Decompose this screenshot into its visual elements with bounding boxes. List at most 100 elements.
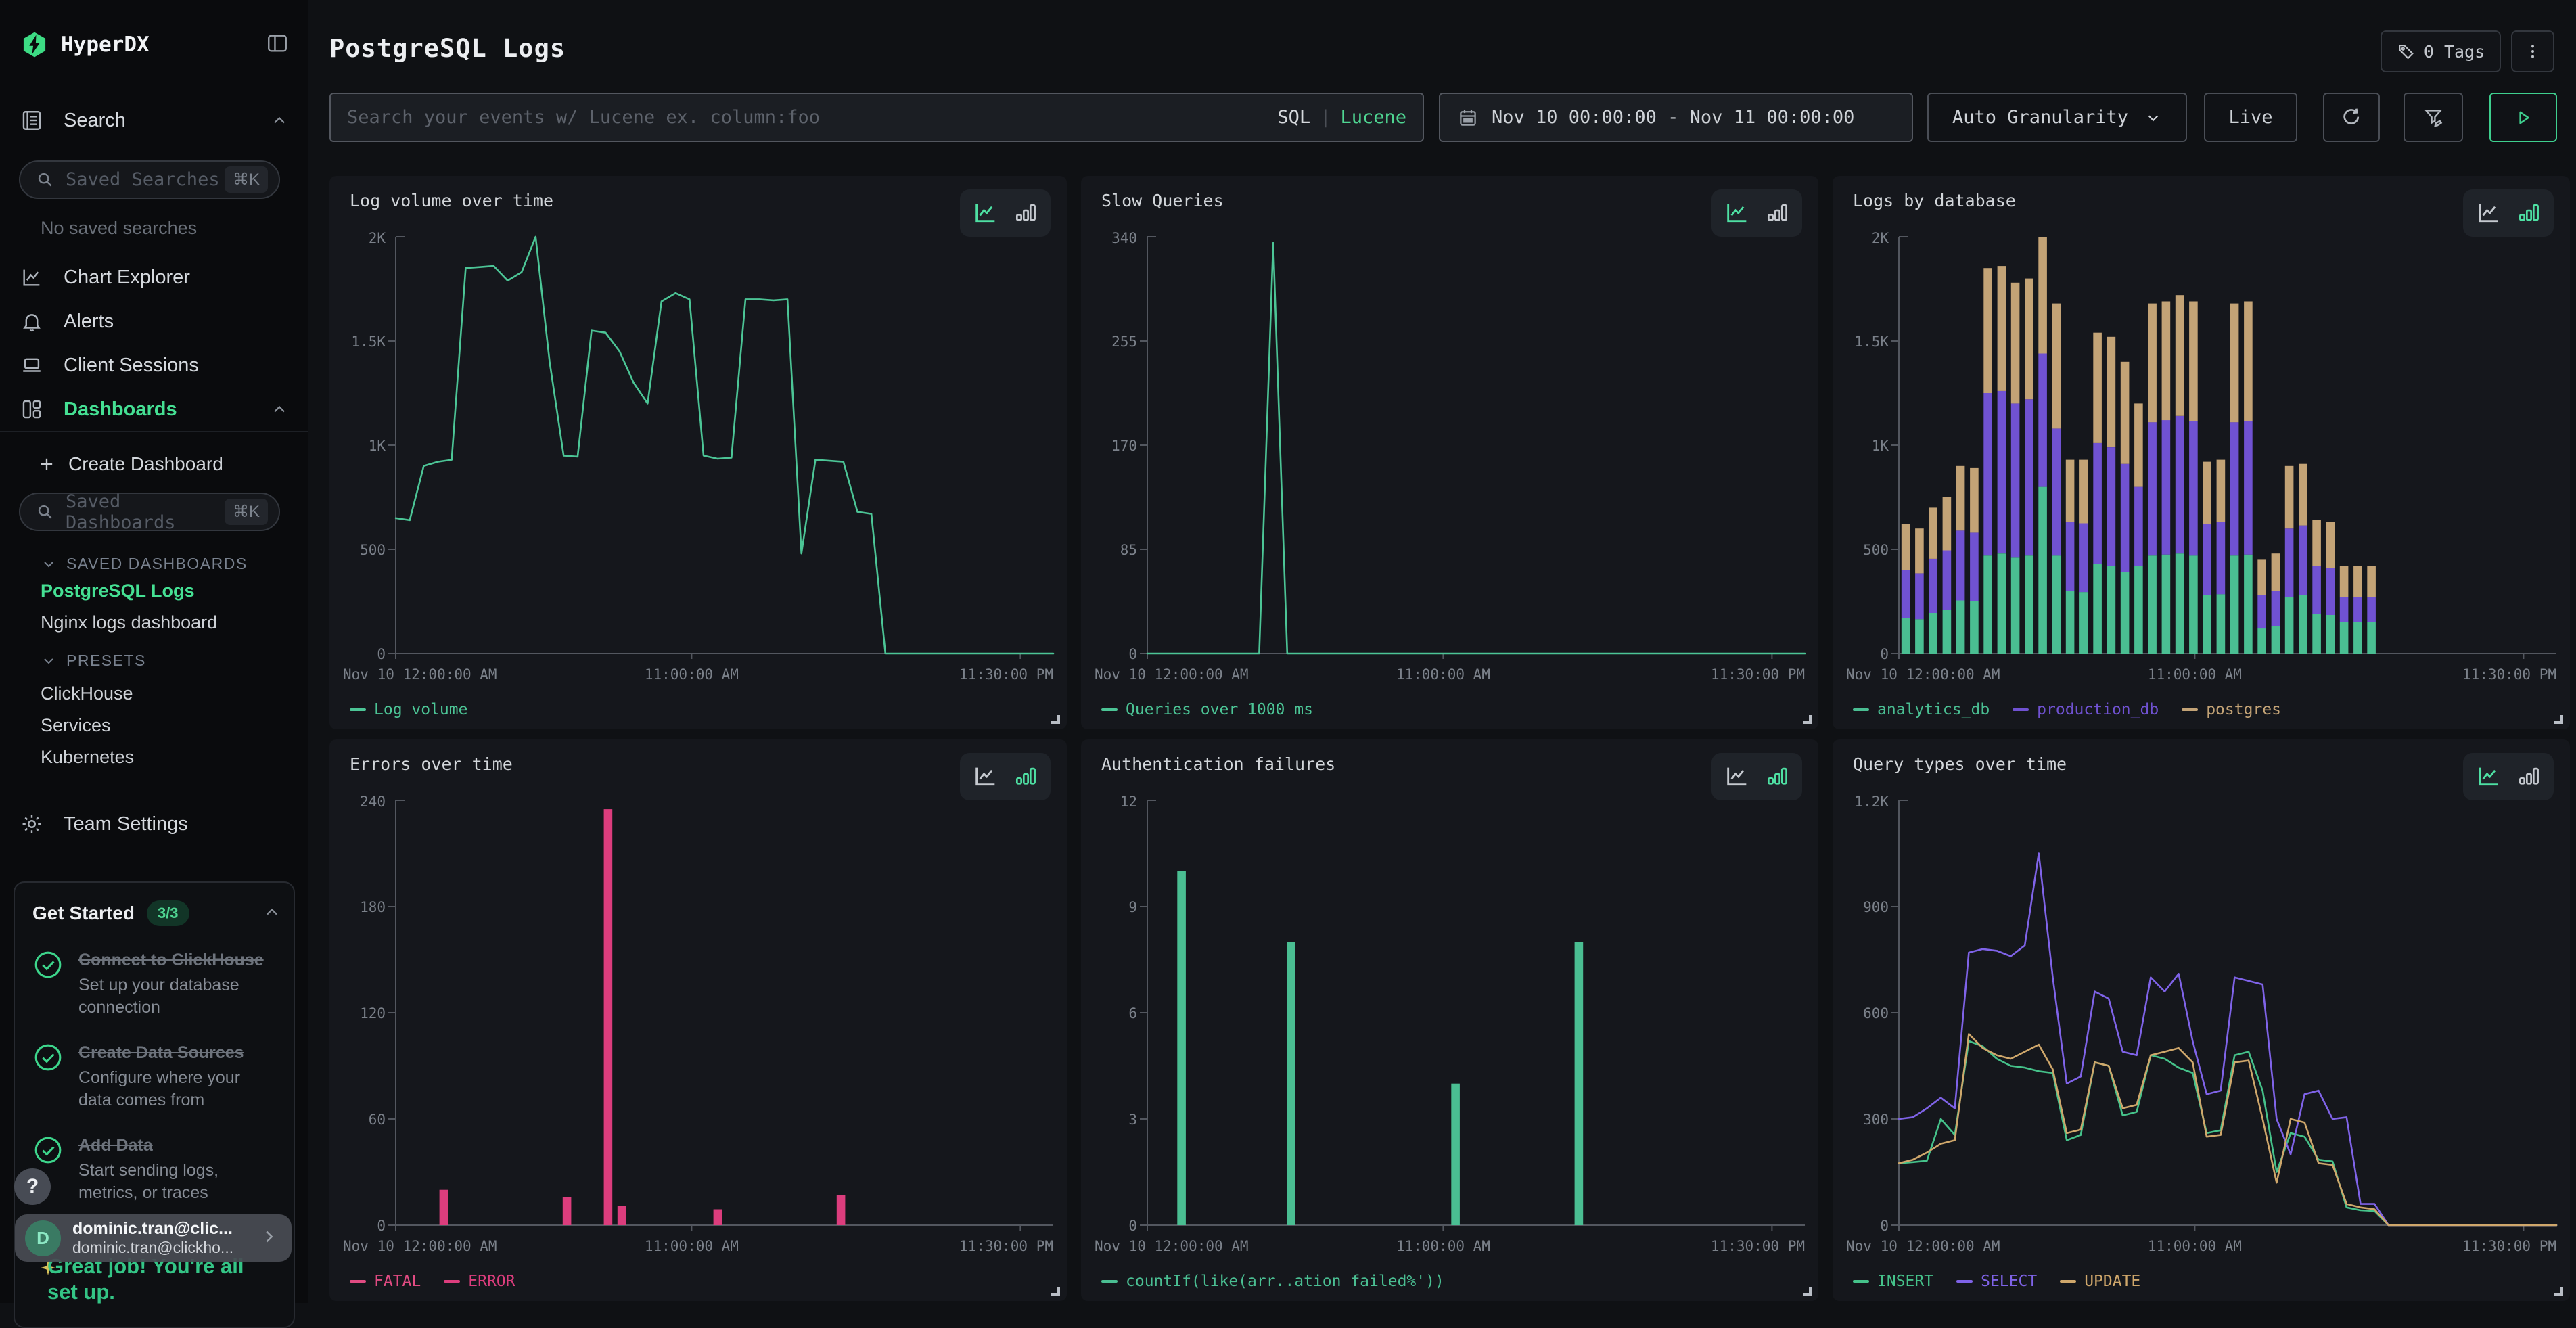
chart-panel-log-volume[interactable]: Log volume over time2K1.5K1K5000Nov 10 1…: [329, 176, 1067, 729]
user-menu[interactable]: D dominic.tran@clic... dominic.tran@clic…: [15, 1214, 292, 1262]
chart-legend: analytics_db production_db postgres: [1853, 701, 2281, 718]
play-icon: [2513, 108, 2533, 128]
sidebar-item-team-settings[interactable]: Team Settings: [20, 809, 289, 839]
chart-panel-logs-by-database[interactable]: Logs by database2K1.5K1K5000Nov 10 12:00…: [1833, 176, 2570, 729]
bar-chart-icon[interactable]: [1764, 200, 1790, 226]
chart-title: Logs by database: [1853, 191, 2016, 210]
chart-panel-query-types[interactable]: Query types over time1.2K9006003000Nov 1…: [1833, 739, 2570, 1301]
granularity-select[interactable]: Auto Granularity: [1927, 93, 2187, 142]
run-query-button[interactable]: [2489, 93, 2557, 142]
preset-link-clickhouse[interactable]: ClickHouse: [41, 683, 133, 704]
dashboard-link-nginx-logs[interactable]: Nginx logs dashboard: [41, 612, 217, 633]
svg-text:1K: 1K: [1872, 438, 1889, 454]
bar-chart-icon[interactable]: [1013, 764, 1038, 789]
shortcut-badge: ⌘K: [225, 166, 268, 193]
line-chart-icon[interactable]: [2475, 200, 2502, 227]
panel-resize-handle[interactable]: [1051, 715, 1060, 724]
sidebar-collapse-icon[interactable]: [266, 32, 289, 58]
main-content: PostgreSQL Logs 0 Tags Search your event…: [308, 0, 2576, 1303]
line-chart-icon[interactable]: [972, 200, 999, 227]
sidebar-item-label: Alerts: [64, 311, 114, 333]
saved-dashboards-input[interactable]: Saved Dashboards ⌘K: [19, 493, 280, 531]
checklist-item-sources[interactable]: Create Data Sources Configure where your…: [32, 1042, 281, 1112]
bar-chart-icon[interactable]: [1764, 764, 1790, 789]
sidebar-item-label: Team Settings: [64, 813, 188, 835]
chevron-up-icon[interactable]: [262, 902, 281, 925]
chart-legend: Log volume: [350, 701, 467, 718]
refresh-button[interactable]: [2323, 93, 2380, 142]
chart-panel-slow-queries[interactable]: Slow Queries340255170850Nov 10 12:00:00 …: [1081, 176, 1818, 729]
legend-item[interactable]: postgres: [2182, 701, 2281, 718]
date-range-picker[interactable]: Nov 10 00:00:00 - Nov 11 00:00:00: [1439, 93, 1913, 142]
svg-text:Nov 10 12:00:00 AM: Nov 10 12:00:00 AM: [343, 1238, 497, 1254]
legend-item[interactable]: analytics_db: [1853, 701, 1990, 718]
presets-section-header[interactable]: PRESETS: [41, 651, 289, 670]
svg-text:11:30:00 PM: 11:30:00 PM: [959, 666, 1053, 683]
line-chart-icon[interactable]: [1724, 763, 1751, 790]
sidebar-item-alerts[interactable]: Alerts: [20, 306, 289, 336]
chart-panel-errors[interactable]: Errors over time240180120600Nov 10 12:00…: [329, 739, 1067, 1301]
bar-chart-icon[interactable]: [2516, 200, 2542, 226]
panel-resize-handle[interactable]: [1803, 1287, 1812, 1296]
legend-item[interactable]: countIf(like(arr..ation failed%')): [1101, 1273, 1444, 1290]
sql-mode-toggle[interactable]: SQL: [1277, 107, 1310, 128]
line-chart-icon[interactable]: [2475, 763, 2502, 790]
create-dashboard-button[interactable]: Create Dashboard: [37, 449, 289, 479]
legend-item[interactable]: Log volume: [350, 701, 467, 718]
legend-item[interactable]: FATAL: [350, 1273, 421, 1290]
svg-text:120: 120: [360, 1005, 386, 1022]
svg-text:3: 3: [1128, 1112, 1137, 1128]
svg-text:1.2K: 1.2K: [1854, 794, 1889, 810]
svg-text:600: 600: [1863, 1005, 1889, 1022]
svg-text:9: 9: [1128, 899, 1137, 915]
line-chart-icon[interactable]: [972, 763, 999, 790]
legend-item[interactable]: SELECT: [1956, 1273, 2037, 1290]
chart-panel-auth-failures[interactable]: Authentication failures129630Nov 10 12:0…: [1081, 739, 1818, 1301]
help-button[interactable]: ?: [14, 1168, 51, 1205]
preset-link-kubernetes[interactable]: Kubernetes: [41, 747, 134, 768]
sidebar-item-client-sessions[interactable]: Client Sessions: [20, 350, 289, 380]
sidebar-item-label: Client Sessions: [64, 354, 199, 377]
svg-text:2K: 2K: [1872, 230, 1889, 246]
bar-chart-icon[interactable]: [2516, 764, 2542, 789]
svg-text:11:00:00 AM: 11:00:00 AM: [2148, 1238, 2242, 1254]
line-chart-icon[interactable]: [1724, 200, 1751, 227]
live-button[interactable]: Live: [2204, 93, 2297, 142]
svg-text:11:30:00 PM: 11:30:00 PM: [959, 1238, 1053, 1254]
checklist-item-connect[interactable]: Connect to ClickHouse Set up your databa…: [32, 949, 281, 1019]
check-circle-icon: [32, 949, 64, 980]
kebab-icon: [2524, 43, 2542, 60]
panel-resize-handle[interactable]: [2554, 1287, 2563, 1296]
saved-searches-input[interactable]: Saved Searches ⌘K: [19, 160, 280, 199]
preset-link-services[interactable]: Services: [41, 715, 111, 736]
chart-legend: INSERT SELECT UPDATE: [1853, 1273, 2140, 1290]
legend-item[interactable]: ERROR: [444, 1273, 515, 1290]
journal-icon: [20, 109, 43, 132]
legend-item[interactable]: Queries over 1000 ms: [1101, 701, 1313, 718]
lucene-mode-toggle[interactable]: Lucene: [1340, 107, 1406, 128]
sidebar-item-dashboards[interactable]: Dashboards: [20, 394, 289, 424]
svg-text:170: 170: [1111, 438, 1137, 454]
kebab-menu-button[interactable]: [2511, 30, 2554, 72]
panel-resize-handle[interactable]: [1051, 1287, 1060, 1296]
create-dashboard-label: Create Dashboard: [68, 453, 223, 475]
svg-text:Nov 10 12:00:00 AM: Nov 10 12:00:00 AM: [1095, 1238, 1249, 1254]
panel-resize-handle[interactable]: [2554, 715, 2563, 724]
sidebar-item-chart-explorer[interactable]: Chart Explorer: [20, 262, 289, 292]
panel-resize-handle[interactable]: [1803, 715, 1812, 724]
legend-item[interactable]: INSERT: [1853, 1273, 1933, 1290]
saved-dashboards-section-header[interactable]: SAVED DASHBOARDS: [41, 555, 289, 573]
legend-item[interactable]: UPDATE: [2060, 1273, 2140, 1290]
event-search-input[interactable]: Search your events w/ Lucene ex. column:…: [329, 93, 1424, 142]
bar-chart-icon[interactable]: [1013, 200, 1038, 226]
legend-item[interactable]: production_db: [2013, 701, 2159, 718]
tags-button[interactable]: 0 Tags: [2380, 30, 2501, 72]
shortcut-badge: ⌘K: [225, 499, 268, 525]
filter-button[interactable]: [2404, 93, 2463, 142]
checklist-item-add-data[interactable]: Add Data Start sending logs, metrics, or…: [32, 1135, 281, 1204]
sidebar-item-search[interactable]: Search: [20, 106, 289, 135]
chart-title: Authentication failures: [1101, 754, 1335, 774]
chart-legend: FATAL ERROR: [350, 1273, 515, 1290]
sidebar: HyperDX Search Saved Searches ⌘K No save…: [0, 0, 308, 1303]
dashboard-link-postgresql-logs[interactable]: PostgreSQL Logs: [41, 580, 195, 601]
